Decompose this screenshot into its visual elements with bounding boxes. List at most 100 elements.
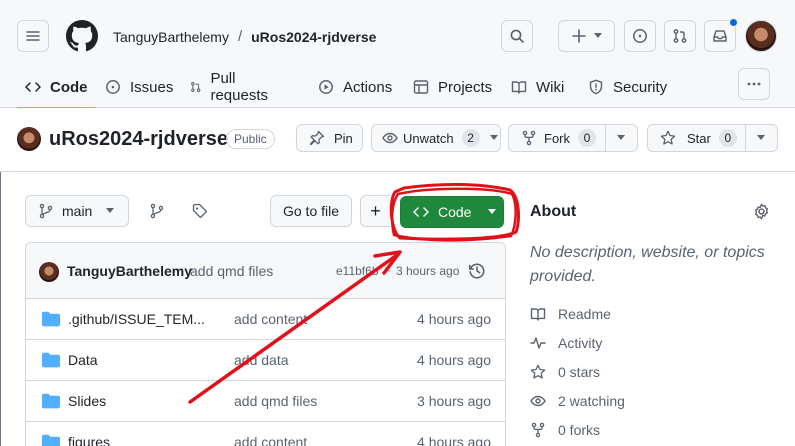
pull-requests-button[interactable]	[664, 20, 696, 52]
star-dropdown-divider	[745, 125, 746, 151]
file-commit-message[interactable]: add content	[234, 434, 307, 446]
more-tabs-button[interactable]	[738, 68, 770, 100]
file-commit-message[interactable]: add qmd files	[234, 393, 317, 409]
go-to-file-button[interactable]: Go to file	[270, 195, 352, 227]
caret-down-icon	[593, 33, 602, 38]
file-name[interactable]: Data	[68, 352, 98, 368]
about-forks-label: 0 forks	[558, 422, 601, 438]
star-caret-down-icon[interactable]	[757, 135, 765, 141]
kebab-horizontal-icon	[747, 82, 761, 86]
commit-age: 3 hours ago	[396, 264, 460, 278]
file-row[interactable]: Data add data 4 hours ago	[26, 340, 505, 381]
tab-code[interactable]: Code	[17, 66, 96, 109]
latest-commit-bar: TanguyBarthelemy add qmd files e11bf6b ·…	[26, 243, 505, 299]
about-activity-link[interactable]: Activity	[530, 335, 602, 351]
tab-security-label: Security	[613, 78, 668, 96]
star-icon	[660, 130, 676, 145]
watch-count: 2	[461, 129, 480, 147]
fork-label: Fork	[544, 130, 570, 146]
file-row[interactable]: .github/ISSUE_TEM... add content 4 hours…	[26, 299, 505, 340]
fork-icon	[522, 130, 536, 146]
about-watching-label: 2 watching	[558, 393, 625, 409]
fork-count: 0	[578, 129, 596, 147]
file-name[interactable]: .github/ISSUE_TEM...	[68, 311, 205, 327]
notification-dot	[729, 18, 738, 27]
tab-issues-label: Issues	[130, 78, 174, 96]
about-readme-label: Readme	[558, 306, 611, 322]
about-readme-link[interactable]: Readme	[530, 306, 611, 322]
issue-icon	[633, 29, 647, 43]
code-button-label: Code	[438, 204, 472, 220]
commit-message[interactable]: add qmd files	[190, 263, 273, 279]
file-commit-message[interactable]: add data	[234, 352, 289, 368]
folder-icon	[42, 434, 60, 446]
file-age: 4 hours ago	[417, 311, 491, 327]
pin-label: Pin	[334, 130, 353, 146]
about-forks-link[interactable]: 0 forks	[530, 422, 600, 438]
fork-caret-down-icon[interactable]	[617, 135, 625, 141]
about-description: No description, website, or topics provi…	[530, 244, 765, 285]
add-file-label: +	[370, 200, 381, 221]
commit-author[interactable]: TanguyBarthelemy	[67, 263, 192, 279]
tab-wiki[interactable]: Wiki	[511, 66, 564, 108]
breadcrumb-separator: /	[237, 28, 243, 45]
visibility-badge: Public	[226, 129, 275, 149]
branch-label: main	[62, 203, 93, 219]
pin-icon	[309, 130, 325, 146]
commit-sha[interactable]: e11bf6b	[336, 264, 379, 278]
repo-link[interactable]: uRos2024-rjdverse	[251, 29, 376, 45]
about-stars-label: 0 stars	[558, 364, 601, 380]
tab-wiki-label: Wiki	[536, 78, 565, 96]
watch-button[interactable]: Unwatch 2	[371, 124, 501, 152]
repo-owner-avatar	[17, 127, 41, 151]
eye-icon	[382, 132, 398, 144]
branch-selector[interactable]: main	[25, 195, 129, 227]
add-file-button[interactable]: +	[360, 195, 390, 227]
file-row[interactable]: Slides add qmd files 3 hours ago	[26, 381, 505, 422]
pulse-icon	[530, 337, 546, 349]
pin-button[interactable]: Pin	[296, 124, 363, 152]
star-count: 0	[718, 129, 737, 147]
file-commit-message[interactable]: add content	[234, 311, 307, 327]
user-avatar[interactable]	[745, 20, 777, 52]
create-new-button[interactable]	[558, 20, 615, 52]
tab-projects[interactable]: Projects	[413, 66, 492, 108]
tab-actions-label: Actions	[343, 78, 393, 96]
star-icon	[530, 364, 546, 379]
owner-link[interactable]: TanguyBarthelemy	[113, 29, 229, 45]
tag-icon[interactable]	[192, 203, 208, 219]
folder-icon	[42, 352, 60, 368]
inbox-icon	[713, 30, 727, 42]
menu-button[interactable]	[17, 20, 49, 52]
tab-actions[interactable]: Actions	[318, 66, 392, 108]
tab-pull-requests[interactable]: Pull requests	[190, 66, 273, 108]
about-heading: About	[530, 203, 577, 220]
pull-request-icon	[673, 29, 687, 43]
file-row[interactable]: figures add content 4 hours ago	[26, 422, 505, 446]
file-name[interactable]: figures	[68, 434, 110, 446]
history-icon[interactable]	[468, 262, 486, 280]
repo-name[interactable]: uRos2024-rjdverse	[49, 128, 228, 151]
search-button[interactable]	[501, 20, 533, 52]
go-to-file-label: Go to file	[282, 203, 340, 219]
caret-down-icon	[106, 208, 115, 213]
file-age: 3 hours ago	[417, 393, 491, 409]
hamburger-icon	[26, 31, 40, 41]
code-button[interactable]: Code	[400, 196, 504, 228]
commit-author-avatar	[39, 262, 59, 282]
branches-icon[interactable]	[149, 203, 165, 219]
tab-security[interactable]: Security	[588, 66, 667, 108]
play-icon	[319, 80, 333, 94]
search-icon	[510, 29, 524, 43]
gear-icon[interactable]	[753, 203, 770, 220]
issue-icon	[106, 80, 120, 94]
issues-button[interactable]	[624, 20, 656, 52]
tab-issues[interactable]: Issues	[105, 66, 173, 108]
github-logo-icon[interactable]	[66, 20, 98, 52]
file-name[interactable]: Slides	[68, 393, 106, 409]
about-watching-link[interactable]: 2 watching	[530, 393, 625, 409]
fork-dropdown-divider	[605, 125, 606, 151]
about-stars-link[interactable]: 0 stars	[530, 364, 600, 380]
watch-label: Unwatch	[403, 130, 454, 146]
commit-separator: ·	[387, 263, 391, 277]
